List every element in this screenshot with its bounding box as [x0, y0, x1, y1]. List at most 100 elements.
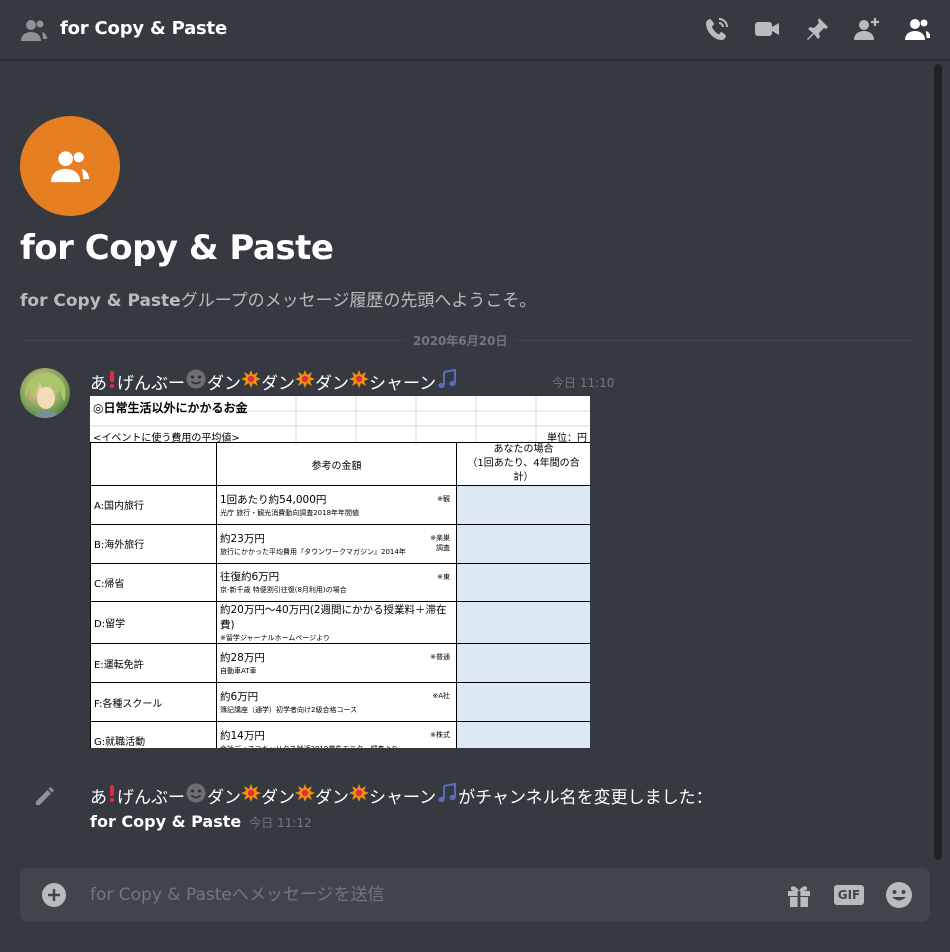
author-part: シャーン: [369, 788, 437, 808]
exclamation-icon: [107, 783, 117, 808]
row-amount: 約20万円～40万円(2週間にかかる授業料＋滞在費) ※留学ジャーナルホームページ…: [216, 601, 457, 645]
message-author[interactable]: あ げんぶー ダン ダン ダン シャーン: [90, 368, 458, 395]
scrollbar[interactable]: [934, 64, 942, 860]
table-row: F:各種スクール 約6万円 簿記講座（通学）初学者向け2級合格コース ※A社: [90, 682, 590, 722]
row-amount: 約23万円 旅行にかかった平均費用『タウンワークマガジン』2014年 ※楽巣 調査: [216, 523, 457, 564]
author-part: ダン: [207, 374, 241, 394]
amount-main: 約28万円: [220, 652, 265, 665]
author-part: ダン: [315, 374, 349, 394]
add-friends-icon: [854, 18, 879, 40]
emoji-button[interactable]: [882, 881, 916, 909]
author-part: あ: [90, 788, 107, 808]
message-timestamp: 今日 11:12: [249, 816, 312, 830]
author-part: シャーン: [369, 374, 437, 394]
collision-icon: [349, 783, 369, 808]
amount-main: 1回あたり約54,000円: [220, 493, 327, 506]
pinned-messages-icon: [807, 18, 828, 40]
amount-note: ※株式: [430, 730, 450, 739]
dark-face-icon: [185, 368, 207, 395]
author-part: げんぶー: [117, 374, 185, 394]
member-list-icon: [905, 19, 930, 40]
date-divider-label: 2020年6月20日: [405, 332, 516, 349]
table-row: B:海外旅行 約23万円 旅行にかかった平均費用『タウンワークマガジン』2014年 ※…: [90, 523, 590, 564]
upload-plus-icon[interactable]: [42, 883, 66, 907]
header-toolbar: [702, 14, 932, 44]
author-part: ダン: [261, 788, 295, 808]
pencil-icon: [36, 787, 54, 805]
amount-source: 簿記講座（通学）初学者向け2級合格コース: [220, 706, 358, 715]
pinned-messages-button[interactable]: [802, 14, 832, 44]
message-input[interactable]: [90, 880, 770, 910]
collision-icon: [241, 783, 261, 808]
amount-main: 約14万円: [220, 729, 265, 742]
row-amount: 往復約6万円 京-新千歳 特便割引往復(8月利用)の場合 ※東: [216, 562, 457, 603]
channel-header: for Copy & Paste: [0, 0, 950, 60]
group-icon: [21, 20, 47, 41]
amount-main: 約6万円: [220, 691, 259, 704]
row-label: C:帰省: [90, 562, 217, 603]
member-list-button[interactable]: [902, 14, 932, 44]
header-cell: 参考の金額: [216, 442, 457, 486]
gift-button[interactable]: [782, 881, 816, 909]
header-cell: [90, 442, 217, 486]
music-notes-icon: [436, 782, 458, 809]
music-notes-icon: [436, 368, 458, 395]
composer-actions: GIF: [782, 881, 916, 909]
dark-face-icon: [185, 782, 207, 809]
add-friends-button[interactable]: [852, 14, 882, 44]
collision-icon: [295, 369, 315, 394]
sheet-title: ◎日常生活以外にかかるお金: [93, 401, 248, 415]
system-action-text: がチャンネル名を変更しました：: [458, 788, 713, 808]
table-row: A:国内旅行 1回あたり約54,000円 光庁 旅行・観光消費動向調査2018年年間…: [90, 485, 590, 525]
author-part: ダン: [315, 788, 349, 808]
your-case-cell: [456, 485, 590, 525]
row-label: E:運転免許: [90, 643, 217, 684]
avatar[interactable]: [20, 368, 70, 418]
amount-note: ※普通: [430, 653, 450, 662]
gif-button[interactable]: GIF: [832, 881, 866, 909]
sheet-table: 参考の金額 あなたの場合 （1回あたり、4年間の合計） A:国内旅行 1回あたり約…: [90, 442, 590, 748]
author-part: げんぶー: [117, 788, 185, 808]
table-row: G:就職活動約14万円会社ディスコキャリタス就活2019学生モニター調査より ※株…: [90, 720, 590, 748]
table-row: D:留学 約20万円～40万円(2週間にかかる授業料＋滞在費) ※留学ジャーナルホー…: [90, 601, 590, 645]
your-case-cell: [456, 720, 590, 748]
system-message: あ げんぶー ダン ダン ダン シャーン がチャンネル名を変更しました：: [90, 782, 713, 809]
amount-source: 光庁 旅行・観光消費動向調査2018年年間値: [220, 508, 360, 517]
collision-icon: [349, 369, 369, 394]
amount-main: 往復約6万円: [220, 571, 280, 584]
collision-icon: [295, 783, 315, 808]
author-part: あ: [90, 374, 107, 394]
row-amount: 1回あたり約54,000円光庁 旅行・観光消費動向調査2018年年間値 ※観: [216, 485, 457, 525]
row-label: D:留学: [90, 601, 217, 645]
gif-icon: GIF: [833, 885, 865, 905]
author-part: ダン: [207, 788, 241, 808]
group-avatar: [20, 116, 120, 216]
your-case-cell: [456, 601, 590, 645]
amount-source: 旅行にかかった平均費用『タウンワークマガジン』2014年: [220, 547, 406, 556]
new-channel-name: for Copy & Paste: [90, 812, 242, 831]
your-case-cell: [456, 643, 590, 684]
start-video-call-icon: [755, 22, 779, 36]
author-part: ダン: [261, 374, 295, 394]
table-row: C:帰省 往復約6万円 京-新千歳 特便割引往復(8月利用)の場合 ※東: [90, 562, 590, 603]
start-video-call-button[interactable]: [752, 14, 782, 44]
header-cell: あなたの場合 （1回あたり、4年間の合計）: [456, 442, 590, 486]
amount-source: 会社ディスコキャリタス就活2019学生モニター調査より: [220, 744, 453, 748]
image-attachment[interactable]: ◎日常生活以外にかかるお金 <イベントに使う費用の平均値> 単位：円 参考の金額…: [90, 396, 590, 748]
message-timestamp: 今日 11:10: [552, 376, 615, 390]
your-case-cell: [456, 562, 590, 603]
row-amount: 約28万円 自動車AT車 ※普通: [216, 643, 457, 684]
amount-note: ※A社: [432, 692, 450, 701]
amount-source: 京-新千歳 特便割引往復(8月利用)の場合: [220, 586, 347, 595]
table-row: E:運転免許 約28万円 自動車AT車 ※普通: [90, 643, 590, 684]
collision-icon: [241, 369, 261, 394]
amount-note: ※観: [437, 495, 450, 503]
amount-source: ※留学ジャーナルホームページより: [220, 634, 331, 643]
amount-note: ※楽巣 調査: [430, 533, 450, 552]
start-call-icon: [706, 18, 728, 40]
row-amount: 約6万円簿記講座（通学）初学者向け2級合格コース ※A社: [216, 682, 457, 722]
avatar-image: [24, 373, 66, 418]
message-composer: GIF: [20, 868, 930, 922]
start-call-button[interactable]: [702, 14, 732, 44]
amount-main: 約20万円～40万円(2週間にかかる授業料＋滞在費): [220, 604, 447, 632]
